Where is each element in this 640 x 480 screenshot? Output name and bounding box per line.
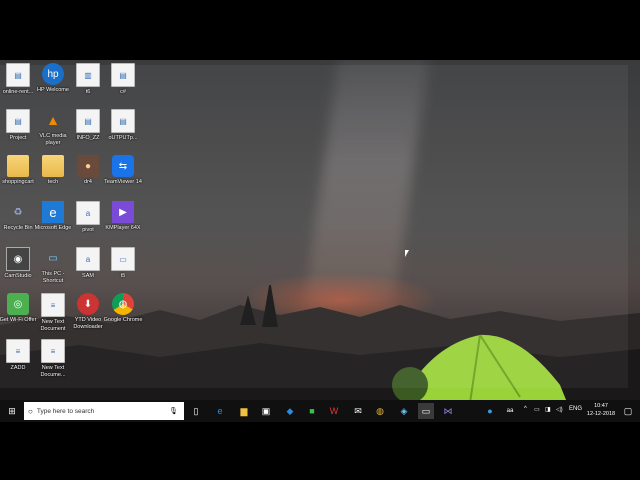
desktop-icon-image: ♻ [13,206,23,218]
desktop-icon[interactable]: ▤ oUTPUTp... [103,109,143,142]
search-box[interactable]: ○ Type here to search 🎙 [24,402,184,420]
desktop-icon-image [7,155,29,177]
desktop-icon[interactable]: ⬇ YTD Video Downloader [68,293,108,330]
desktop-icon-label: Google Chrome [103,317,143,323]
desktop-icon[interactable]: ▲ VLC media player [33,109,73,146]
desktop-icon-label: oUTPUTp... [108,135,138,141]
desktop-icon[interactable]: ⇆ TeamViewer 14 [103,155,143,186]
desktop-icon-label: New Text Document [40,319,66,332]
cloud-status-icon[interactable]: ● [482,403,498,419]
desktop-icon[interactable]: ● dr4 [68,155,108,186]
desktop-icon[interactable]: hp HP Welcome [33,63,73,94]
microphone-icon[interactable]: 🎙 [169,407,178,415]
desktop-icon-label: c# [120,89,126,95]
mouse-pointer-icon [405,250,409,257]
desktop-icon-image: ▤ [111,109,135,133]
clock-time: 10:47 [594,403,608,409]
search-placeholder: Type here to search [36,407,95,415]
desktop-icon-label: TeamViewer 14 [104,179,142,185]
store-icon[interactable]: ▣ [258,403,274,419]
desktop-icon-label: Microsoft Edge [34,225,72,231]
desktop-icon-label: SAM [82,273,94,279]
desktop-icon-image: ◎ [7,293,29,315]
desktop-wallpaper: ▤ online-rent... hp HP Welcome ▥ t6 ▤ c# ▤ Projec… [0,60,640,422]
visual-studio-icon[interactable]: ⋈ [440,403,456,419]
desktop-icon[interactable]: ▶ KMPlayer 64X [103,201,143,232]
desktop-icon-label: INFO_ZZ [76,135,100,141]
desktop-icon-image: ● [77,155,99,177]
app-icon-blue[interactable]: ◈ [396,403,412,419]
language-indicator[interactable]: ENG [569,406,582,412]
desktop-icon-image: a [76,247,100,271]
desktop-icon-image: ▤ [6,63,30,87]
desktop-icon-image: ≡ [41,293,65,317]
taskbar: ⊞ ○ Type here to search 🎙 ▯ e ▆ ▣ ◆ ■ W … [0,400,640,422]
desktop-icon[interactable]: ◍ Google Chrome [103,293,143,324]
chevron-up-icon[interactable]: ^ [524,406,527,412]
desktop-icon-image: ⬇ [77,293,99,315]
desktop-icon[interactable]: a SAM [68,247,108,280]
desktop-icon-image: ≡ [6,339,30,363]
volume-icon[interactable]: ◁) [556,406,563,413]
desktop-icon-image: e [42,201,64,223]
desktop-icon-image: ▭ [48,252,58,264]
windows-start-icon[interactable]: ⊞ [4,403,20,419]
app-icon-green[interactable]: ■ [304,403,320,419]
desktop-icon-image: hp [42,63,64,85]
notification-icon[interactable]: ▢ [620,403,636,419]
desktop-icon-image: ≡ [41,339,65,363]
desktop-icon-label: dr4 [84,179,92,185]
desktop-icon-image: ▭ [111,247,135,271]
desktop-icon[interactable]: ▥ t6 [68,63,108,96]
chrome-taskbar-icon[interactable]: ◍ [372,403,388,419]
wps-icon[interactable]: W [326,403,342,419]
desktop-icon-image: ▶ [112,201,134,223]
desktop-icon-label: HP Welcome [37,87,69,93]
desktop-icon[interactable]: ▤ c# [103,63,143,96]
camstudio-taskbar-icon[interactable]: ▭ [418,403,434,419]
desktop-icon-image: ◉ [6,247,30,271]
desktop-icon-label: tech [47,179,59,185]
battery-icon[interactable]: ▭ [534,406,540,413]
task-view-icon[interactable]: ▯ [188,403,204,419]
desktop-icon-image: ◍ [112,293,134,315]
desktop-icon[interactable]: ▭ This PC - Shortcut [33,247,73,284]
desktop-icon[interactable]: ≡ New Text Docume... [33,339,73,378]
desktop-icon-image: ▤ [111,63,135,87]
mail-icon[interactable]: ✉ [350,403,366,419]
desktop-icon-label: t6 [85,89,91,95]
desktop-icon[interactable]: ≡ New Text Document [33,293,73,332]
desktop-icon-label: New Text Docume... [40,365,66,378]
desktop-icon-label: YTD Video Downloader [73,317,103,330]
desktop-icon-label: This PC - Shortcut [41,271,65,284]
dropbox-icon[interactable]: ◆ [282,403,298,419]
desktop-icon[interactable]: tech [33,155,73,186]
edge-icon[interactable]: e [212,403,228,419]
clock-date: 12-12-2018 [586,411,616,417]
desktop-icon-label: VLC media player [39,133,67,146]
desktop-icon-label: t5 [120,273,126,279]
screen-capture: { "desktop": { "icons": [ {"label":"onli… [0,0,640,480]
desktop-icon-image: a [76,201,100,225]
desktop-icon-image: ▥ [76,63,100,87]
desktop-icon-image: ▲ [46,112,60,128]
desktop-icon-image [42,155,64,177]
desktop-icon-label: pivot [82,227,94,233]
desktop-icon[interactable]: ▤ INFO_ZZ [68,109,108,142]
search-icon: ○ [28,406,33,416]
clock[interactable]: 10:47 12-12-2018 [584,402,618,418]
file-explorer-icon[interactable]: ▆ [236,403,252,419]
network-icon[interactable]: ◨ [545,406,551,413]
people-icon[interactable]: ᵃᵃ [502,403,518,419]
desktop-icon-label: KMPlayer 64X [105,225,141,231]
desktop-icon[interactable]: ▭ t5 [103,247,143,280]
desktop-icon[interactable]: e Microsoft Edge [33,201,73,232]
desktop-icon-image: ⇆ [112,155,134,177]
desktop-icon-image: ▤ [6,109,30,133]
desktop-icon[interactable]: a pivot [68,201,108,234]
desktop-icon-image: ▤ [76,109,100,133]
